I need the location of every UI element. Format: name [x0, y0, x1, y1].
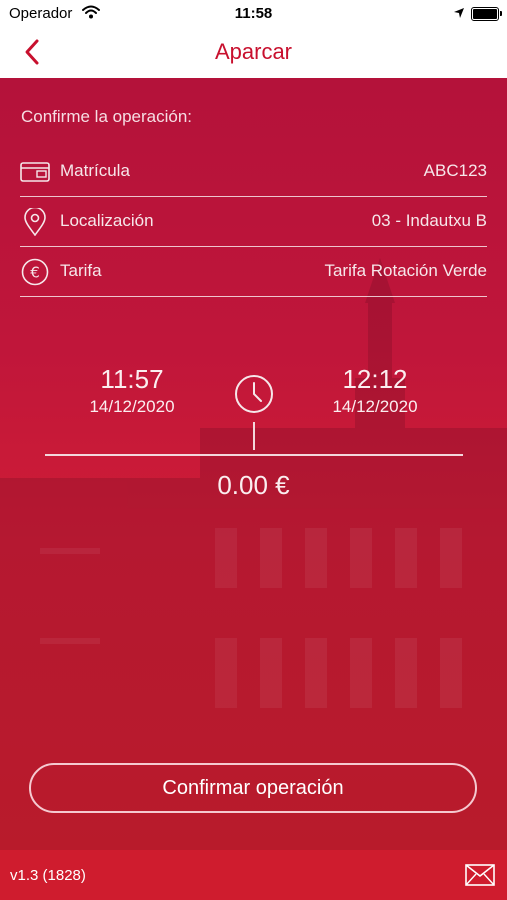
svg-text:€: € — [30, 264, 40, 282]
row-label: Tarifa — [60, 261, 102, 280]
end-date: 14/12/2020 — [332, 397, 418, 416]
page-title: Aparcar — [214, 39, 293, 64]
row-tarifa: € Tarifa Tarifa Rotación Verde — [20, 246, 487, 297]
bottom-bar: v1.3 (1828) — [0, 850, 507, 900]
status-time: 11:58 — [234, 5, 273, 22]
row-label: Matrícula — [60, 161, 130, 180]
start-time-block: 11:57 14/12/2020 — [32, 364, 232, 417]
row-localizacion: Localización 03 - Indautxu B — [20, 196, 487, 247]
mail-icon[interactable] — [465, 864, 495, 886]
price-amount: 0.00 € — [217, 470, 290, 500]
row-label: Localización — [60, 211, 154, 230]
clock-icon — [234, 374, 274, 414]
app-version: v1.3 (1828) — [10, 867, 86, 884]
battery-icon — [471, 7, 502, 21]
end-time-block: 12:12 14/12/2020 — [275, 364, 475, 417]
license-plate-icon — [20, 158, 50, 186]
start-date: 14/12/2020 — [89, 397, 175, 416]
row-value: Tarifa Rotación Verde — [324, 261, 487, 280]
status-bar: Operador 11:58 — [0, 0, 507, 28]
euro-icon: € — [20, 258, 50, 286]
divider-horizontal — [45, 454, 463, 456]
nav-bar: Aparcar — [0, 28, 507, 78]
row-value: 03 - Indautxu B — [371, 211, 487, 230]
divider-vertical — [253, 422, 255, 450]
main-content: Confirme la operación: Matrícula ABC123 … — [0, 78, 507, 850]
location-pin-icon — [20, 206, 50, 237]
start-time: 11:57 — [100, 364, 164, 394]
confirm-heading: Confirme la operación: — [21, 107, 193, 126]
row-matricula: Matrícula ABC123 — [20, 146, 487, 197]
row-value: ABC123 — [423, 161, 487, 180]
confirm-operation-button[interactable]: Confirmar operación — [29, 763, 477, 813]
end-time: 12:12 — [342, 364, 408, 394]
location-arrow-icon — [453, 6, 465, 23]
